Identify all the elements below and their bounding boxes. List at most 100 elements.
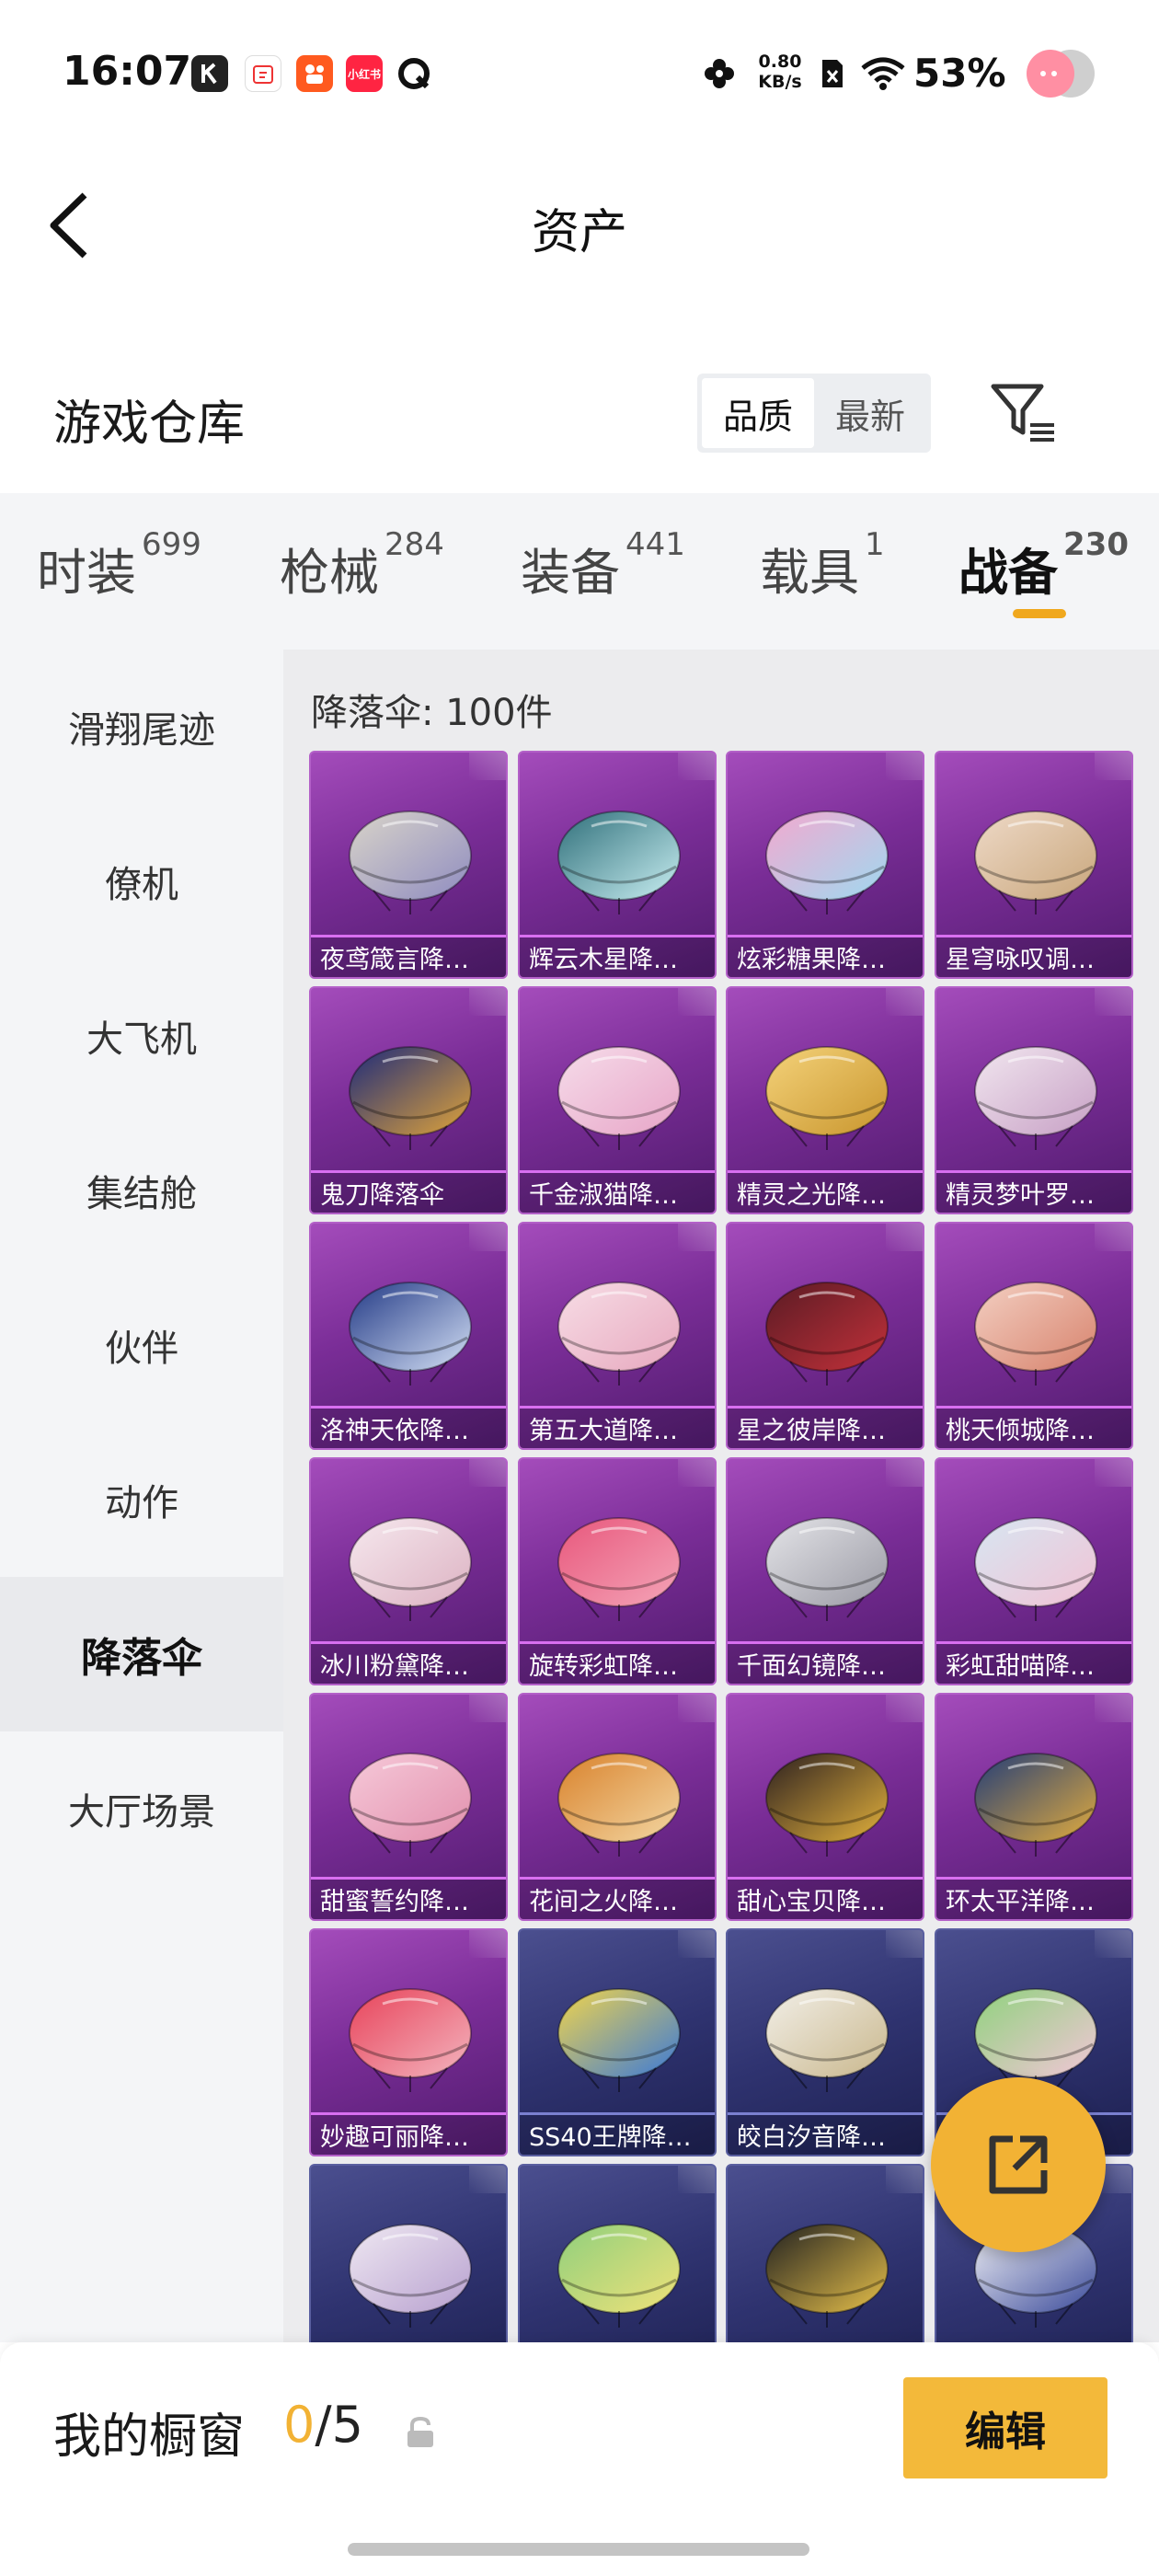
parachute-card[interactable]: 第五大道降… bbox=[518, 1222, 717, 1450]
rarity-corner bbox=[886, 1695, 923, 1722]
parachute-card[interactable]: 千金淑猫降… bbox=[518, 986, 717, 1214]
sidebar-item-glide-trail[interactable]: 滑翔尾迹 bbox=[0, 650, 283, 804]
rarity-corner bbox=[678, 1930, 715, 1958]
showcase-bar: 我的橱窗 0/5 编辑 bbox=[0, 2342, 1159, 2576]
rarity-corner bbox=[886, 1459, 923, 1487]
page-title: 资产 bbox=[531, 205, 627, 260]
parachute-card[interactable]: 皎白汐音降… bbox=[726, 1928, 924, 2156]
tab-count: 441 bbox=[625, 526, 685, 563]
parachute-card[interactable]: 甜心宝贝降… bbox=[726, 1693, 924, 1921]
parachute-icon bbox=[349, 1282, 472, 1386]
parachute-card[interactable]: 夜鸢箴言降… bbox=[309, 751, 508, 979]
parachute-card[interactable]: 炫彩糖果降… bbox=[726, 751, 924, 979]
sort-quality-button[interactable]: 品质 bbox=[702, 378, 814, 448]
parachute-card[interactable] bbox=[726, 2164, 924, 2342]
parachute-icon bbox=[349, 1517, 472, 1621]
parachute-name: 千面幻镜降… bbox=[728, 1641, 923, 1684]
tab-combat-gear[interactable]: 战备 230 bbox=[958, 526, 1129, 604]
calendar-icon bbox=[245, 55, 281, 92]
home-indicator[interactable] bbox=[348, 2543, 809, 2556]
rarity-corner bbox=[886, 1224, 923, 1251]
sidebar-item-parachute[interactable]: 降落伞 bbox=[0, 1577, 283, 1731]
sidebar-item-lobby-scene[interactable]: 大厅场景 bbox=[0, 1731, 283, 1886]
parachute-card[interactable]: SS40王牌降… bbox=[518, 1928, 717, 2156]
tab-count: 230 bbox=[1063, 526, 1129, 563]
parachute-card[interactable] bbox=[309, 2164, 508, 2342]
sidebar-item-assembly-pod[interactable]: 集结舱 bbox=[0, 1113, 283, 1268]
showcase-current: 0 bbox=[283, 2396, 316, 2454]
parachute-card[interactable]: 彩虹甜喵降… bbox=[935, 1457, 1133, 1685]
status-bar: 16:07 小红书 0.80 KB/s 53% bbox=[0, 0, 1159, 138]
parachute-card[interactable]: 精灵梦叶罗… bbox=[935, 986, 1133, 1214]
parachute-card[interactable]: 桃天倾城降… bbox=[935, 1222, 1133, 1450]
parachute-card[interactable]: 妙趣可丽降… bbox=[309, 1928, 508, 2156]
tab-label: 时装 bbox=[37, 544, 136, 602]
sort-toggle: 品质 最新 bbox=[697, 374, 931, 453]
net-speed-unit: KB/s bbox=[758, 72, 802, 92]
sidebar-item-emote[interactable]: 动作 bbox=[0, 1422, 283, 1577]
parachute-name: 皎白汐音降… bbox=[728, 2112, 923, 2155]
rarity-corner bbox=[678, 1459, 715, 1487]
parachute-name: 环太平洋降… bbox=[936, 1877, 1131, 1919]
tab-count: 284 bbox=[384, 526, 444, 563]
rarity-corner bbox=[886, 1930, 923, 1958]
parachute-card[interactable]: 精灵之光降… bbox=[726, 986, 924, 1214]
parachute-icon bbox=[765, 1046, 889, 1150]
tab-vehicles[interactable]: 载具 1 bbox=[760, 526, 885, 604]
share-button[interactable] bbox=[931, 2077, 1106, 2252]
parachute-card[interactable]: 星之彼岸降… bbox=[726, 1222, 924, 1450]
parachute-card[interactable]: 冰川粉黛降… bbox=[309, 1457, 508, 1685]
parachute-card[interactable]: 甜蜜誓约降… bbox=[309, 1693, 508, 1921]
flower-icon bbox=[701, 46, 738, 101]
rarity-corner bbox=[678, 1224, 715, 1251]
parachute-name: 炫彩糖果降… bbox=[728, 935, 923, 977]
parachute-card[interactable]: 辉云木星降… bbox=[518, 751, 717, 979]
parachute-card[interactable]: 环太平洋降… bbox=[935, 1693, 1133, 1921]
edit-button[interactable]: 编辑 bbox=[903, 2377, 1107, 2478]
tab-count: 699 bbox=[142, 526, 201, 563]
rarity-corner bbox=[678, 1695, 715, 1722]
rarity-corner bbox=[469, 1695, 506, 1722]
parachute-name: 鬼刀降落伞 bbox=[311, 1170, 506, 1213]
parachute-icon bbox=[349, 1046, 472, 1150]
item-count: 降落伞: 100件 bbox=[311, 692, 553, 734]
parachute-icon bbox=[557, 2224, 681, 2328]
avatar bbox=[1021, 46, 1098, 101]
parachute-name: 花间之火降… bbox=[520, 1877, 715, 1919]
parachute-icon bbox=[765, 2224, 889, 2328]
rarity-corner bbox=[1095, 988, 1131, 1016]
parachute-name: 千金淑猫降… bbox=[520, 1170, 715, 1213]
clock: 16:07 bbox=[63, 48, 192, 95]
parachute-icon bbox=[765, 1517, 889, 1621]
warehouse-title: 游戏仓库 bbox=[53, 397, 246, 452]
rarity-corner bbox=[1095, 1459, 1131, 1487]
tab-equipment[interactable]: 装备 441 bbox=[521, 526, 685, 604]
parachute-card[interactable]: 花间之火降… bbox=[518, 1693, 717, 1921]
sidebar-item-wingman[interactable]: 僚机 bbox=[0, 804, 283, 959]
wifi-icon bbox=[859, 46, 907, 101]
tab-fashion[interactable]: 时装 699 bbox=[37, 526, 201, 604]
parachute-icon bbox=[765, 1988, 889, 2092]
parachute-card[interactable] bbox=[518, 2164, 717, 2342]
sort-latest-button[interactable]: 最新 bbox=[814, 378, 926, 448]
sidebar-item-companion[interactable]: 伙伴 bbox=[0, 1268, 283, 1422]
tab-weapons[interactable]: 枪械 284 bbox=[280, 526, 444, 604]
parachute-card[interactable]: 鬼刀降落伞 bbox=[309, 986, 508, 1214]
battery-percent: 53% bbox=[913, 51, 1006, 96]
parachute-card[interactable]: 洛神天依降… bbox=[309, 1222, 508, 1450]
parachute-icon bbox=[349, 1988, 472, 2092]
parachute-name: SS40王牌降… bbox=[520, 2112, 715, 2155]
rarity-corner bbox=[1095, 753, 1131, 780]
rarity-corner bbox=[1095, 1695, 1131, 1722]
q-icon bbox=[396, 55, 432, 92]
parachute-card[interactable]: 星穹咏叹调… bbox=[935, 751, 1133, 979]
showcase-max: 5 bbox=[331, 2396, 363, 2454]
filter-button[interactable] bbox=[990, 379, 1058, 445]
parachute-icon bbox=[974, 1282, 1097, 1386]
parachute-name: 洛神天依降… bbox=[311, 1406, 506, 1448]
rarity-corner bbox=[886, 753, 923, 780]
parachute-card[interactable]: 旋转彩虹降… bbox=[518, 1457, 717, 1685]
rarity-corner bbox=[678, 753, 715, 780]
parachute-card[interactable]: 千面幻镜降… bbox=[726, 1457, 924, 1685]
sidebar-item-big-plane[interactable]: 大飞机 bbox=[0, 959, 283, 1113]
